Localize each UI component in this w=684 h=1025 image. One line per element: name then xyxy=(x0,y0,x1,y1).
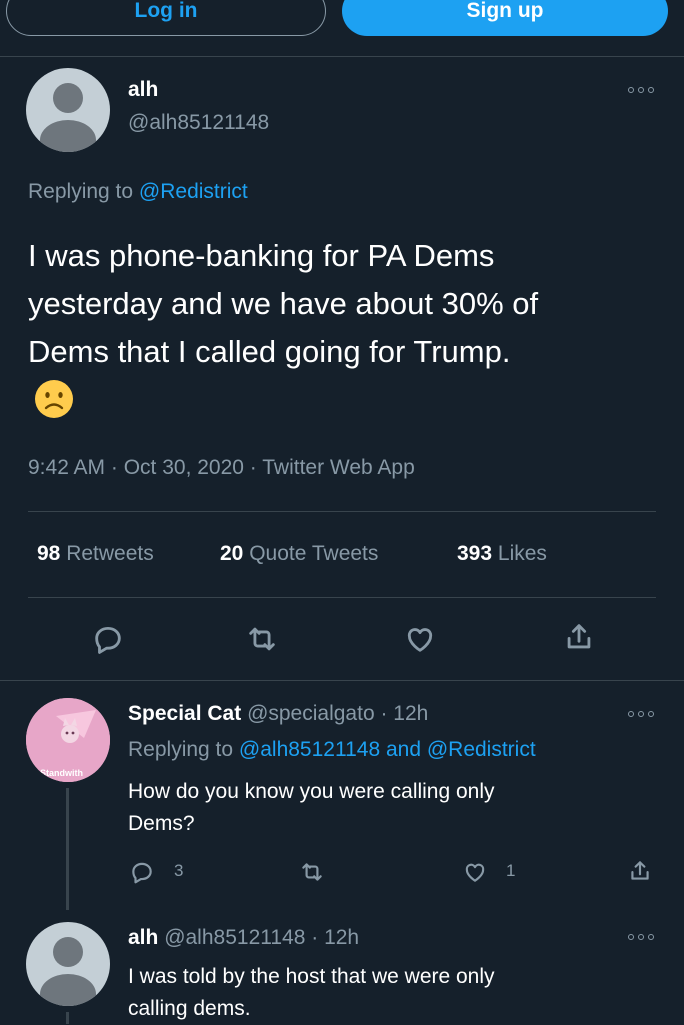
replying-to-line: Replying to @Redistrict xyxy=(28,180,248,204)
likes-count: 393 xyxy=(457,542,493,565)
avatar[interactable] xyxy=(26,922,110,1006)
divider xyxy=(0,56,684,57)
reply-header: Special Cat @specialgato · 12h xyxy=(128,702,428,726)
reply-text: I was told by the host that we were only… xyxy=(128,961,495,1025)
more-options-icon[interactable] xyxy=(628,932,654,942)
like-icon[interactable] xyxy=(403,622,437,656)
thread-line xyxy=(66,788,69,910)
reply-text-line: calling dems. xyxy=(128,997,251,1020)
tweet-timestamp[interactable]: 9:42 AM · Oct 30, 2020 · Twitter Web App xyxy=(28,456,415,480)
reply-display-name[interactable]: alh xyxy=(128,926,158,949)
like-count: 1 xyxy=(506,861,516,880)
reply-text: How do you know you were calling only De… xyxy=(128,776,495,840)
tweet-text-line: yesterday and we have about 30% of xyxy=(28,286,539,321)
share-icon[interactable] xyxy=(562,620,596,654)
divider xyxy=(28,511,656,512)
avatar[interactable]: Standwith xyxy=(26,698,110,782)
thread-line xyxy=(66,1012,69,1024)
retweets-stat[interactable]: 98 Retweets xyxy=(37,542,154,566)
reply-text-line: How do you know you were calling only xyxy=(128,780,495,803)
reply-text-line: Dems? xyxy=(128,812,195,835)
reply-handle-time[interactable]: @alh85121148 · 12h xyxy=(164,926,359,949)
tweet-text-line: I was phone-banking for PA Dems xyxy=(28,238,495,273)
replying-to-prefix: Replying to xyxy=(28,180,134,203)
reply-count: 3 xyxy=(174,861,184,880)
sign-up-button[interactable]: Sign up xyxy=(342,0,668,36)
tweet-text-line: Dems that I called going for Trump. xyxy=(28,334,511,369)
retweets-label: Retweets xyxy=(66,542,154,565)
reply-icon[interactable] xyxy=(91,622,125,656)
display-name[interactable]: alh xyxy=(128,78,158,102)
reply-icon[interactable] xyxy=(129,859,155,885)
retweet-icon[interactable] xyxy=(299,859,325,885)
likes-label: Likes xyxy=(497,542,547,565)
reply-display-name[interactable]: Special Cat xyxy=(128,702,241,725)
likes-stat[interactable]: 393 Likes xyxy=(457,542,547,566)
more-options-icon[interactable] xyxy=(628,85,654,95)
retweets-count: 98 xyxy=(37,542,61,565)
divider xyxy=(0,680,684,681)
tweet-text: I was phone-banking for PA Dems yesterda… xyxy=(28,232,538,376)
reply-header: alh @alh85121148 · 12h xyxy=(128,926,359,950)
sign-up-label: Sign up xyxy=(466,0,544,22)
avatar[interactable] xyxy=(26,68,110,152)
more-options-icon[interactable] xyxy=(628,709,654,719)
reply-text-line: I was told by the host that we were only xyxy=(128,965,495,988)
quote-tweets-count: 20 xyxy=(220,542,244,565)
frowning-face-emoji-icon xyxy=(35,380,73,418)
handle[interactable]: @alh85121148 xyxy=(128,111,269,135)
avatar-text: Standwith xyxy=(40,768,83,778)
log-in-label: Log in xyxy=(134,0,198,22)
replying-to-link[interactable]: @Redistrict xyxy=(139,180,248,203)
log-in-button[interactable]: Log in xyxy=(6,0,326,36)
replying-to-link[interactable]: @alh85121148 and @Redistrict xyxy=(239,738,536,761)
divider xyxy=(28,597,656,598)
replying-to-prefix: Replying to xyxy=(128,738,234,761)
like-icon[interactable] xyxy=(462,859,488,885)
quote-tweets-label: Quote Tweets xyxy=(249,542,379,565)
share-icon[interactable] xyxy=(627,858,653,884)
replying-to-line: Replying to @alh85121148 and @Redistrict xyxy=(128,738,536,762)
retweet-icon[interactable] xyxy=(245,622,279,656)
quote-tweets-stat[interactable]: 20 Quote Tweets xyxy=(220,542,378,566)
reply-handle-time[interactable]: @specialgato · 12h xyxy=(247,702,428,725)
